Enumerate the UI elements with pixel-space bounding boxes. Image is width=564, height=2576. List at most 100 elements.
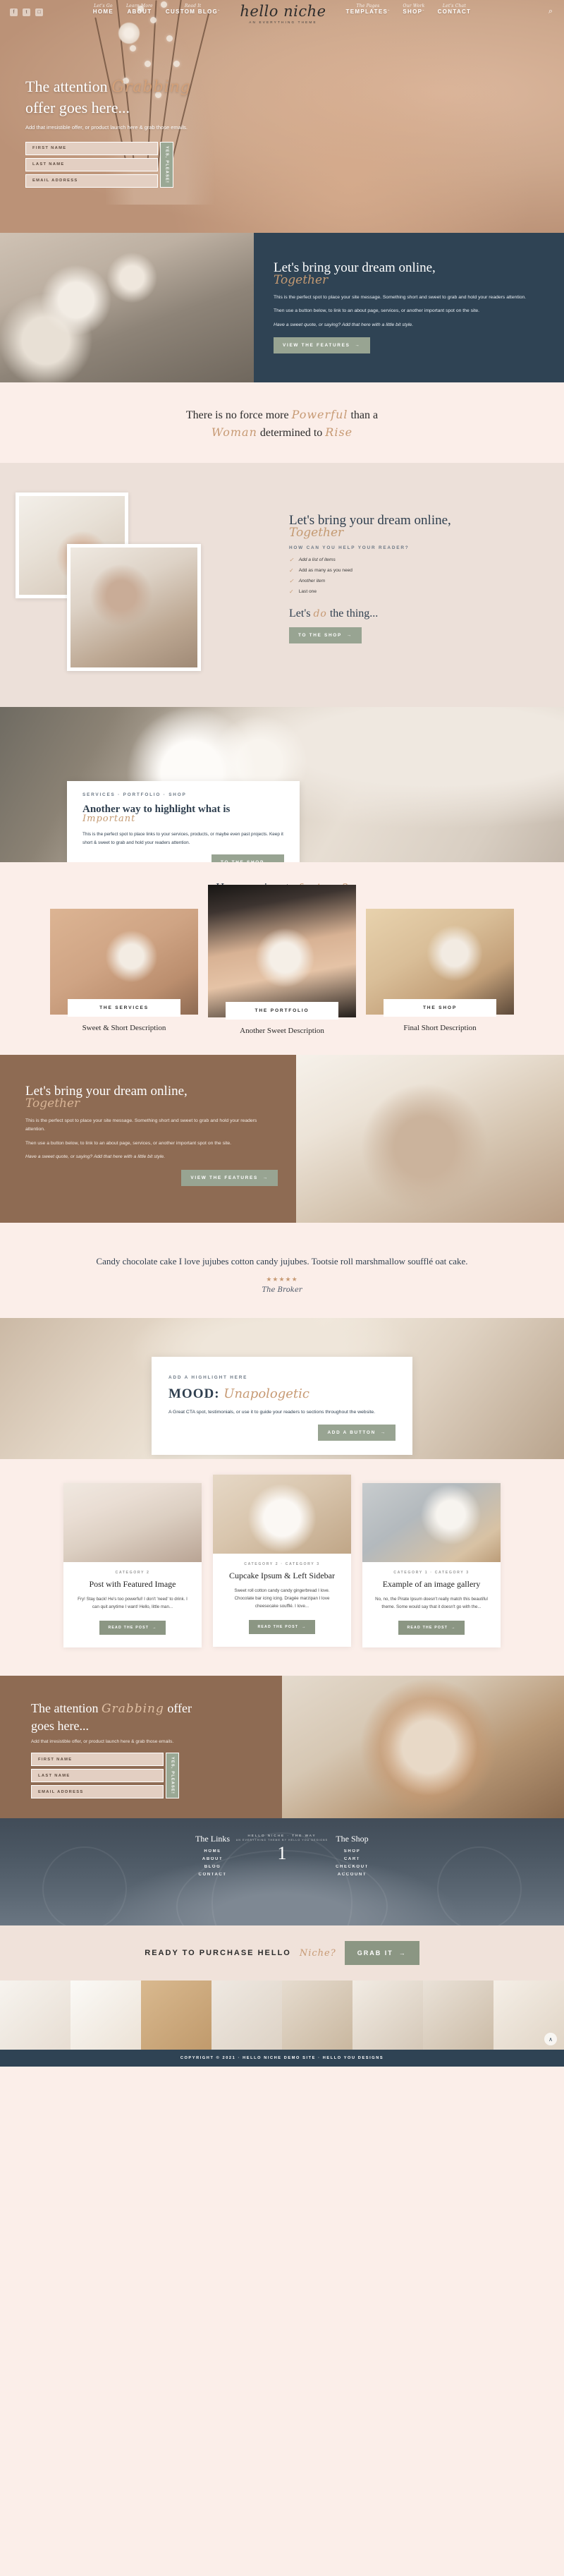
footer-link-checkout[interactable]: CHECKOUT: [336, 1865, 369, 1869]
optin-submit-button[interactable]: YES, PLEASE!: [166, 1753, 179, 1799]
read-the-post-button[interactable]: READ THE POST →: [398, 1621, 465, 1635]
hero-subtext: Add that irresistible offer, or product …: [25, 124, 188, 131]
instagram-tile[interactable]: [282, 1981, 352, 2050]
button-label: VIEW THE FEATURES: [283, 343, 350, 349]
email-input[interactable]: EMAIL ADDRESS: [25, 174, 158, 188]
blog-excerpt: Fry! Stay back! He's too powerful! I don…: [78, 1596, 188, 1609]
brown-button-row: VIEW THE FEATURES →: [25, 1167, 278, 1186]
arrow-right-icon: →: [302, 1625, 307, 1630]
nav-group-right[interactable]: The Pages TEMPLATESˇ Our Work SHOPˇ Let'…: [345, 4, 472, 16]
nav-kicker: The Pages: [356, 4, 380, 8]
footer-link-about[interactable]: ABOUT: [195, 1857, 230, 1861]
service-plate-label[interactable]: THE PORTFOLIO: [226, 1002, 338, 1020]
nav-item-home[interactable]: Let's Go HOME: [93, 4, 114, 15]
footer-column-shop: The Shop SHOP CART CHECKOUT ACCOUNT: [336, 1834, 369, 1925]
dark-body: This is the perfect spot to place your s…: [274, 294, 540, 330]
blog-card-1[interactable]: CATEGORY 2 Post with Featured Image Fry!…: [63, 1482, 202, 1648]
service-plate-label[interactable]: THE SHOP: [384, 999, 496, 1017]
footer-link-home[interactable]: HOME: [195, 1849, 230, 1854]
first-name-input[interactable]: FIRST NAME: [25, 141, 158, 155]
instagram-tile[interactable]: [0, 1981, 70, 2050]
nav-item-custom-blog[interactable]: Read It CUSTOM BLOGˇ: [166, 4, 220, 16]
blog-title[interactable]: Example of an image gallery: [374, 1579, 489, 1590]
hero-optin-form[interactable]: FIRST NAME LAST NAME EMAIL ADDRESS YES, …: [25, 141, 173, 188]
instagram-tile[interactable]: [423, 1981, 494, 2050]
blog-category[interactable]: CATEGORY 2 · CATEGORY 3: [224, 1562, 340, 1566]
button-label: READ THE POST: [407, 1626, 448, 1631]
nav-item-templates[interactable]: The Pages TEMPLATESˇ: [345, 4, 391, 16]
nav-label: SHOPˇ: [403, 9, 424, 16]
service-caption: Sweet & Short Description: [82, 1024, 166, 1032]
button-label: TO THE SHOP: [221, 860, 264, 862]
service-caption: Final Short Description: [403, 1024, 477, 1032]
highlight-to-the-shop-button[interactable]: TO THE SHOP →: [212, 854, 284, 862]
do-heading-script: do: [313, 607, 327, 619]
footer-badge-name: HELLO NICHE · THE WAY: [247, 1834, 317, 1838]
email-input[interactable]: EMAIL ADDRESS: [31, 1785, 164, 1799]
hero-heading-line1: The attention: [25, 78, 108, 95]
instagram-tile[interactable]: [70, 1981, 141, 2050]
blog-title[interactable]: Post with Featured Image: [75, 1579, 190, 1590]
nav-group-left[interactable]: Let's Go HOME Learn More ABOUT Read It C…: [93, 4, 221, 16]
arrow-right-icon: →: [152, 1626, 157, 1631]
bottom-optin-subtext: Add that irresistible offer, or product …: [31, 1739, 174, 1745]
blog-card-2[interactable]: CATEGORY 2 · CATEGORY 3 Cupcake Ipsum & …: [213, 1474, 351, 1647]
optin-submit-button[interactable]: YES, PLEASE!: [160, 141, 173, 188]
nav-item-contact[interactable]: Let's Chat CONTACT: [438, 4, 472, 15]
view-the-features-button[interactable]: VIEW THE FEATURES →: [274, 337, 370, 354]
blog-excerpt: No, no, the Pirate Ipsum doesn't really …: [375, 1596, 488, 1609]
nav-item-shop[interactable]: Our Work SHOPˇ: [403, 4, 424, 16]
service-card-services[interactable]: THE SERVICES Sweet & Short Description: [50, 909, 198, 1032]
highlight-card: SERVICES · PORTFOLIO · SHOP Another way …: [67, 781, 300, 862]
list-item-label: Last one: [298, 588, 317, 594]
blog-grid: CATEGORY 2 Post with Featured Image Fry!…: [0, 1474, 564, 1648]
last-name-input[interactable]: LAST NAME: [25, 157, 158, 171]
nav-label-text: TEMPLATES: [345, 8, 388, 15]
instagram-tile[interactable]: [141, 1981, 212, 2050]
footer-link-account[interactable]: ACCOUNT: [336, 1873, 369, 1877]
dark-paragraph-1: This is the perfect spot to place your s…: [274, 294, 527, 300]
blog-title[interactable]: Cupcake Ipsum & Left Sidebar: [224, 1571, 340, 1581]
brown-section-text: Let's bring your dream online, Together …: [0, 1055, 296, 1223]
service-card-portfolio[interactable]: THE PORTFOLIO Another Sweet Description: [208, 885, 356, 1035]
star-rating-icon: ★★★★★: [266, 1275, 298, 1283]
service-plate-label[interactable]: THE SERVICES: [68, 999, 180, 1017]
blog-category[interactable]: CATEGORY 2: [75, 1571, 190, 1575]
dark-section-text: Let's bring your dream online, Together …: [254, 233, 564, 382]
read-the-post-button[interactable]: READ THE POST →: [249, 1620, 315, 1635]
highlight-heading-script: Important: [82, 813, 136, 824]
blog-card-3[interactable]: CATEGORY 1 · CATEGORY 3 Example of an im…: [362, 1482, 501, 1648]
dream-online-dark-section: Let's bring your dream online, Together …: [0, 233, 564, 382]
first-name-input[interactable]: FIRST NAME: [31, 1753, 164, 1767]
grab-it-button[interactable]: GRAB IT →: [344, 1941, 419, 1966]
footer-column-links: The Links HOME ABOUT BLOG CONTACT: [195, 1834, 230, 1925]
nav-item-about[interactable]: Learn More ABOUT: [126, 4, 153, 15]
blog-section: CATEGORY 2 Post with Featured Image Fry!…: [0, 1458, 564, 1676]
add-a-button-button[interactable]: ADD A BUTTON →: [318, 1425, 396, 1441]
instagram-tile[interactable]: [352, 1981, 423, 2050]
top-bar: f t □ ⌕ Let's Go HOME Learn More ABOUT R…: [0, 0, 564, 30]
highlight-paragraph: This is the perfect spot to place links …: [82, 831, 283, 845]
footer-link-contact[interactable]: CONTACT: [195, 1873, 230, 1877]
button-label: READ THE POST: [257, 1625, 299, 1630]
arrow-right-icon: →: [262, 1175, 269, 1180]
bottom-optin-form[interactable]: FIRST NAME LAST NAME EMAIL ADDRESS YES, …: [31, 1753, 179, 1799]
read-the-post-button[interactable]: READ THE POST →: [99, 1621, 166, 1635]
service-card-shop[interactable]: THE SHOP Final Short Description: [366, 909, 514, 1032]
instagram-tile[interactable]: [212, 1981, 282, 2050]
site-logo[interactable]: hello niche AN EVERYTHING THEME: [233, 4, 333, 25]
collage-checklist: ✓ Add a list of items ✓ Add as many as you…: [289, 557, 543, 595]
footer-link-cart[interactable]: CART: [336, 1857, 369, 1861]
footer-column-title: The Shop: [336, 1834, 369, 1844]
brown-view-the-features-button[interactable]: VIEW THE FEATURES →: [181, 1169, 278, 1186]
to-the-shop-button[interactable]: TO THE SHOP →: [289, 627, 362, 643]
collage-image-2: [67, 544, 201, 671]
last-name-input[interactable]: LAST NAME: [31, 1769, 164, 1783]
blog-category[interactable]: CATEGORY 1 · CATEGORY 3: [374, 1571, 489, 1575]
mood-heading-script: Unapologetic: [223, 1386, 309, 1401]
footer-link-blog[interactable]: BLOG: [195, 1865, 230, 1869]
footer-badge: HELLO NICHE · THE WAY AN EVERYTHING THEM…: [236, 1834, 328, 1863]
main-navigation[interactable]: Let's Go HOME Learn More ABOUT Read It C…: [0, 4, 564, 25]
nav-kicker: Let's Go: [94, 4, 113, 8]
footer-link-shop[interactable]: SHOP: [336, 1849, 369, 1854]
